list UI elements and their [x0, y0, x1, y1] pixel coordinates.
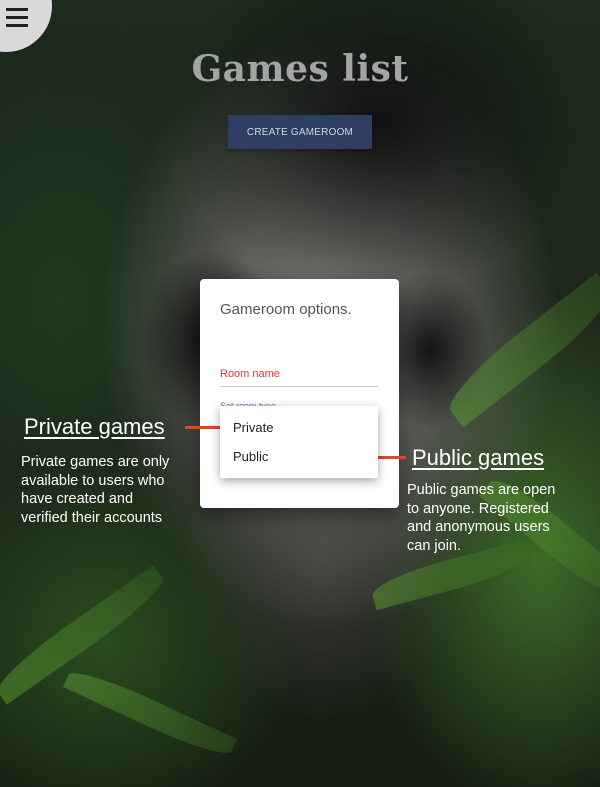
room-name-label: Room name	[220, 368, 280, 380]
private-desc-line: have created and	[21, 491, 134, 507]
dropdown-option-private[interactable]: Private	[233, 420, 273, 435]
create-gameroom-button[interactable]: CREATE GAMEROOM	[228, 115, 372, 149]
background-leaf	[438, 272, 600, 428]
public-games-heading: Public games	[412, 445, 545, 470]
public-desc-line: and anonymous users	[407, 519, 550, 535]
public-desc-line: to anyone. Registered	[407, 500, 549, 517]
hamburger-menu-icon[interactable]	[6, 8, 28, 28]
background-leaf	[62, 663, 238, 763]
private-desc-line: available to users who	[21, 472, 165, 489]
dropdown-option-public[interactable]: Public	[233, 449, 268, 464]
private-games-description: Private games are only available to user…	[21, 453, 169, 527]
app-screen: Games list CREATE GAMEROOM Gameroom opti…	[0, 0, 600, 787]
room-name-input[interactable]	[220, 386, 378, 387]
private-desc-line: verified their accounts	[21, 509, 163, 526]
private-desc-line: Private games are only	[21, 454, 170, 470]
menu-button[interactable]	[0, 0, 52, 52]
private-games-heading: Private games	[24, 414, 165, 439]
public-games-description: Public games are open to anyone. Registe…	[407, 481, 555, 555]
dialog-title: Gameroom options.	[220, 301, 352, 318]
page-title: Games list	[191, 48, 409, 90]
room-type-dropdown[interactable]: Private Public	[220, 406, 378, 478]
public-desc-line: can join.	[407, 537, 462, 554]
public-desc-line: Public games are open	[407, 482, 556, 498]
